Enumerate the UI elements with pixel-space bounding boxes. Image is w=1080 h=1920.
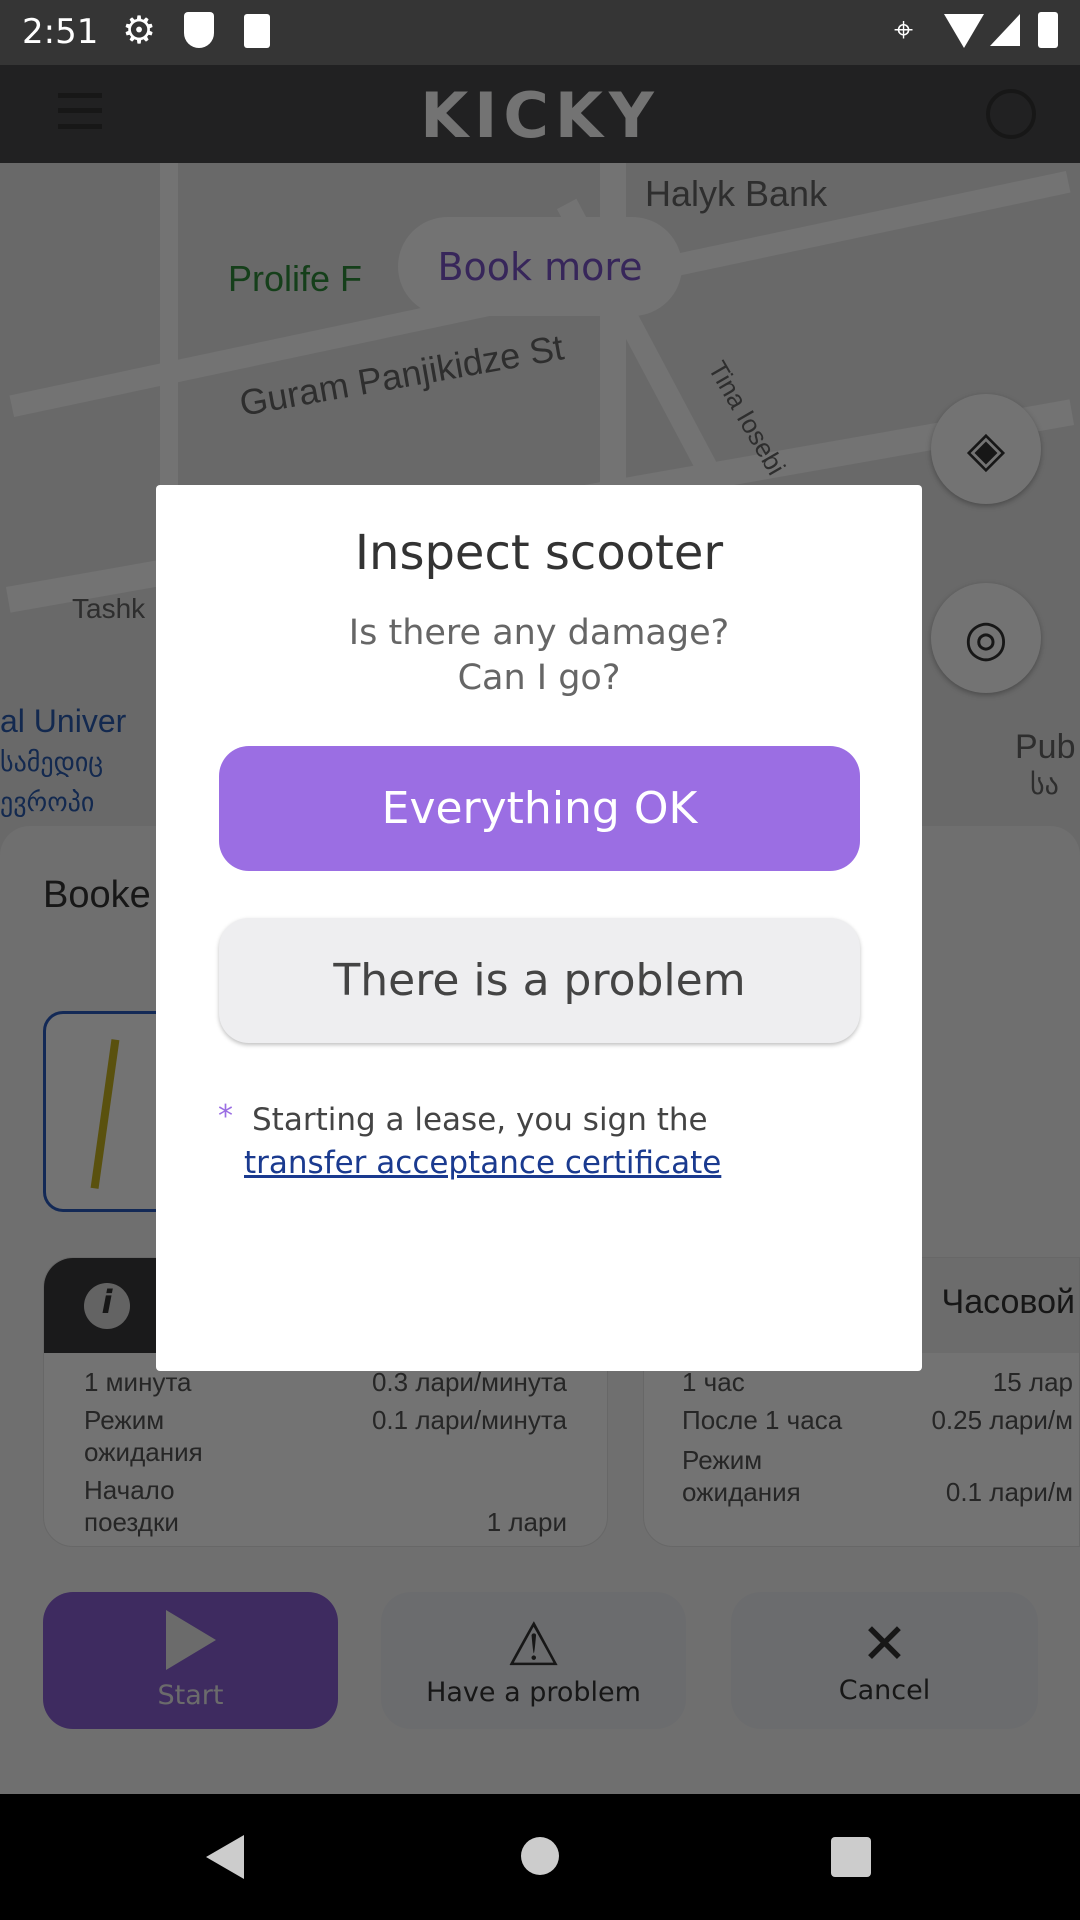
sheet-title: Booke	[43, 874, 151, 916]
tariff-value: 0.1 лари/м	[945, 1477, 1073, 1507]
recents-icon[interactable]	[831, 1837, 871, 1877]
tariff-label: Режим ожидания	[682, 1445, 801, 1507]
map-label: ევროპი	[0, 788, 95, 818]
app-bar: KICKY	[0, 65, 1080, 163]
navigation-bar	[0, 1794, 1080, 1920]
home-icon[interactable]	[521, 1837, 559, 1875]
note-text: Starting a lease, you sign the	[252, 1102, 708, 1138]
certificate-link[interactable]: transfer acceptance certificate	[244, 1145, 721, 1181]
tariff-value: 15 лар	[992, 1367, 1073, 1397]
map-label: სამედიც	[0, 748, 104, 778]
everything-ok-button[interactable]: Everything OK	[219, 746, 860, 871]
scooter-image	[90, 1039, 120, 1189]
back-icon[interactable]	[206, 1835, 244, 1879]
close-icon: ✕	[861, 1612, 908, 1677]
tariff-value: 0.25 лари/м	[931, 1405, 1073, 1435]
problem-label: Have a problem	[426, 1677, 641, 1708]
start-button[interactable]: Start	[43, 1592, 338, 1729]
map-label: Halyk Bank	[645, 173, 828, 214]
there-is-a-problem-button[interactable]: There is a problem	[219, 918, 860, 1043]
gear-icon: ⚙	[122, 8, 157, 52]
play-icon	[165, 1610, 216, 1670]
my-location-icon[interactable]: ◎	[931, 583, 1041, 693]
tariff-label: После 1 часа	[682, 1405, 843, 1435]
dialog-title: Inspect scooter	[354, 525, 724, 581]
tariff-label: Начало поездки	[84, 1475, 179, 1537]
inspect-scooter-dialog: Inspect scooter Is there any damage? Can…	[156, 485, 922, 1371]
map-label: al Univer	[0, 703, 127, 739]
wifi-icon	[944, 14, 984, 48]
battery-icon	[1038, 12, 1058, 48]
tariff-label: Режим ожидания	[84, 1405, 203, 1467]
layers-icon[interactable]: ◈	[931, 394, 1041, 504]
info-icon[interactable]: i	[84, 1283, 130, 1329]
tariff-value: 0.1 лари/минута	[371, 1405, 567, 1435]
warning-icon: ⚠	[506, 1610, 561, 1680]
tariff-title: Часовой	[941, 1283, 1075, 1321]
start-label: Start	[157, 1680, 224, 1711]
shield-play-icon	[184, 12, 214, 48]
map-label: Prolife F	[228, 258, 363, 299]
cancel-button[interactable]: ✕ Cancel	[731, 1592, 1038, 1729]
status-bar: 2:51 ⚙ ⌖	[0, 0, 1080, 65]
location-icon: ⌖	[894, 10, 914, 50]
map-label: სა	[1030, 768, 1059, 801]
cancel-label: Cancel	[838, 1675, 931, 1706]
note-asterisk: *	[218, 1099, 233, 1134]
bell-icon[interactable]	[986, 89, 1036, 139]
tariff-value: 1 лари	[486, 1507, 567, 1537]
map-label: Pub	[1015, 728, 1076, 766]
book-more-button[interactable]: Book more	[398, 217, 682, 316]
clock: 2:51	[22, 12, 99, 52]
dialog-subtitle-2: Can I go?	[457, 658, 621, 698]
dialog-subtitle-1: Is there any damage?	[348, 613, 730, 653]
app-logo: KICKY	[420, 79, 660, 152]
have-problem-button[interactable]: ⚠ Have a problem	[381, 1592, 686, 1729]
signal-icon	[990, 14, 1020, 46]
sd-card-icon	[244, 14, 270, 48]
map-label: Tashk	[72, 593, 146, 624]
